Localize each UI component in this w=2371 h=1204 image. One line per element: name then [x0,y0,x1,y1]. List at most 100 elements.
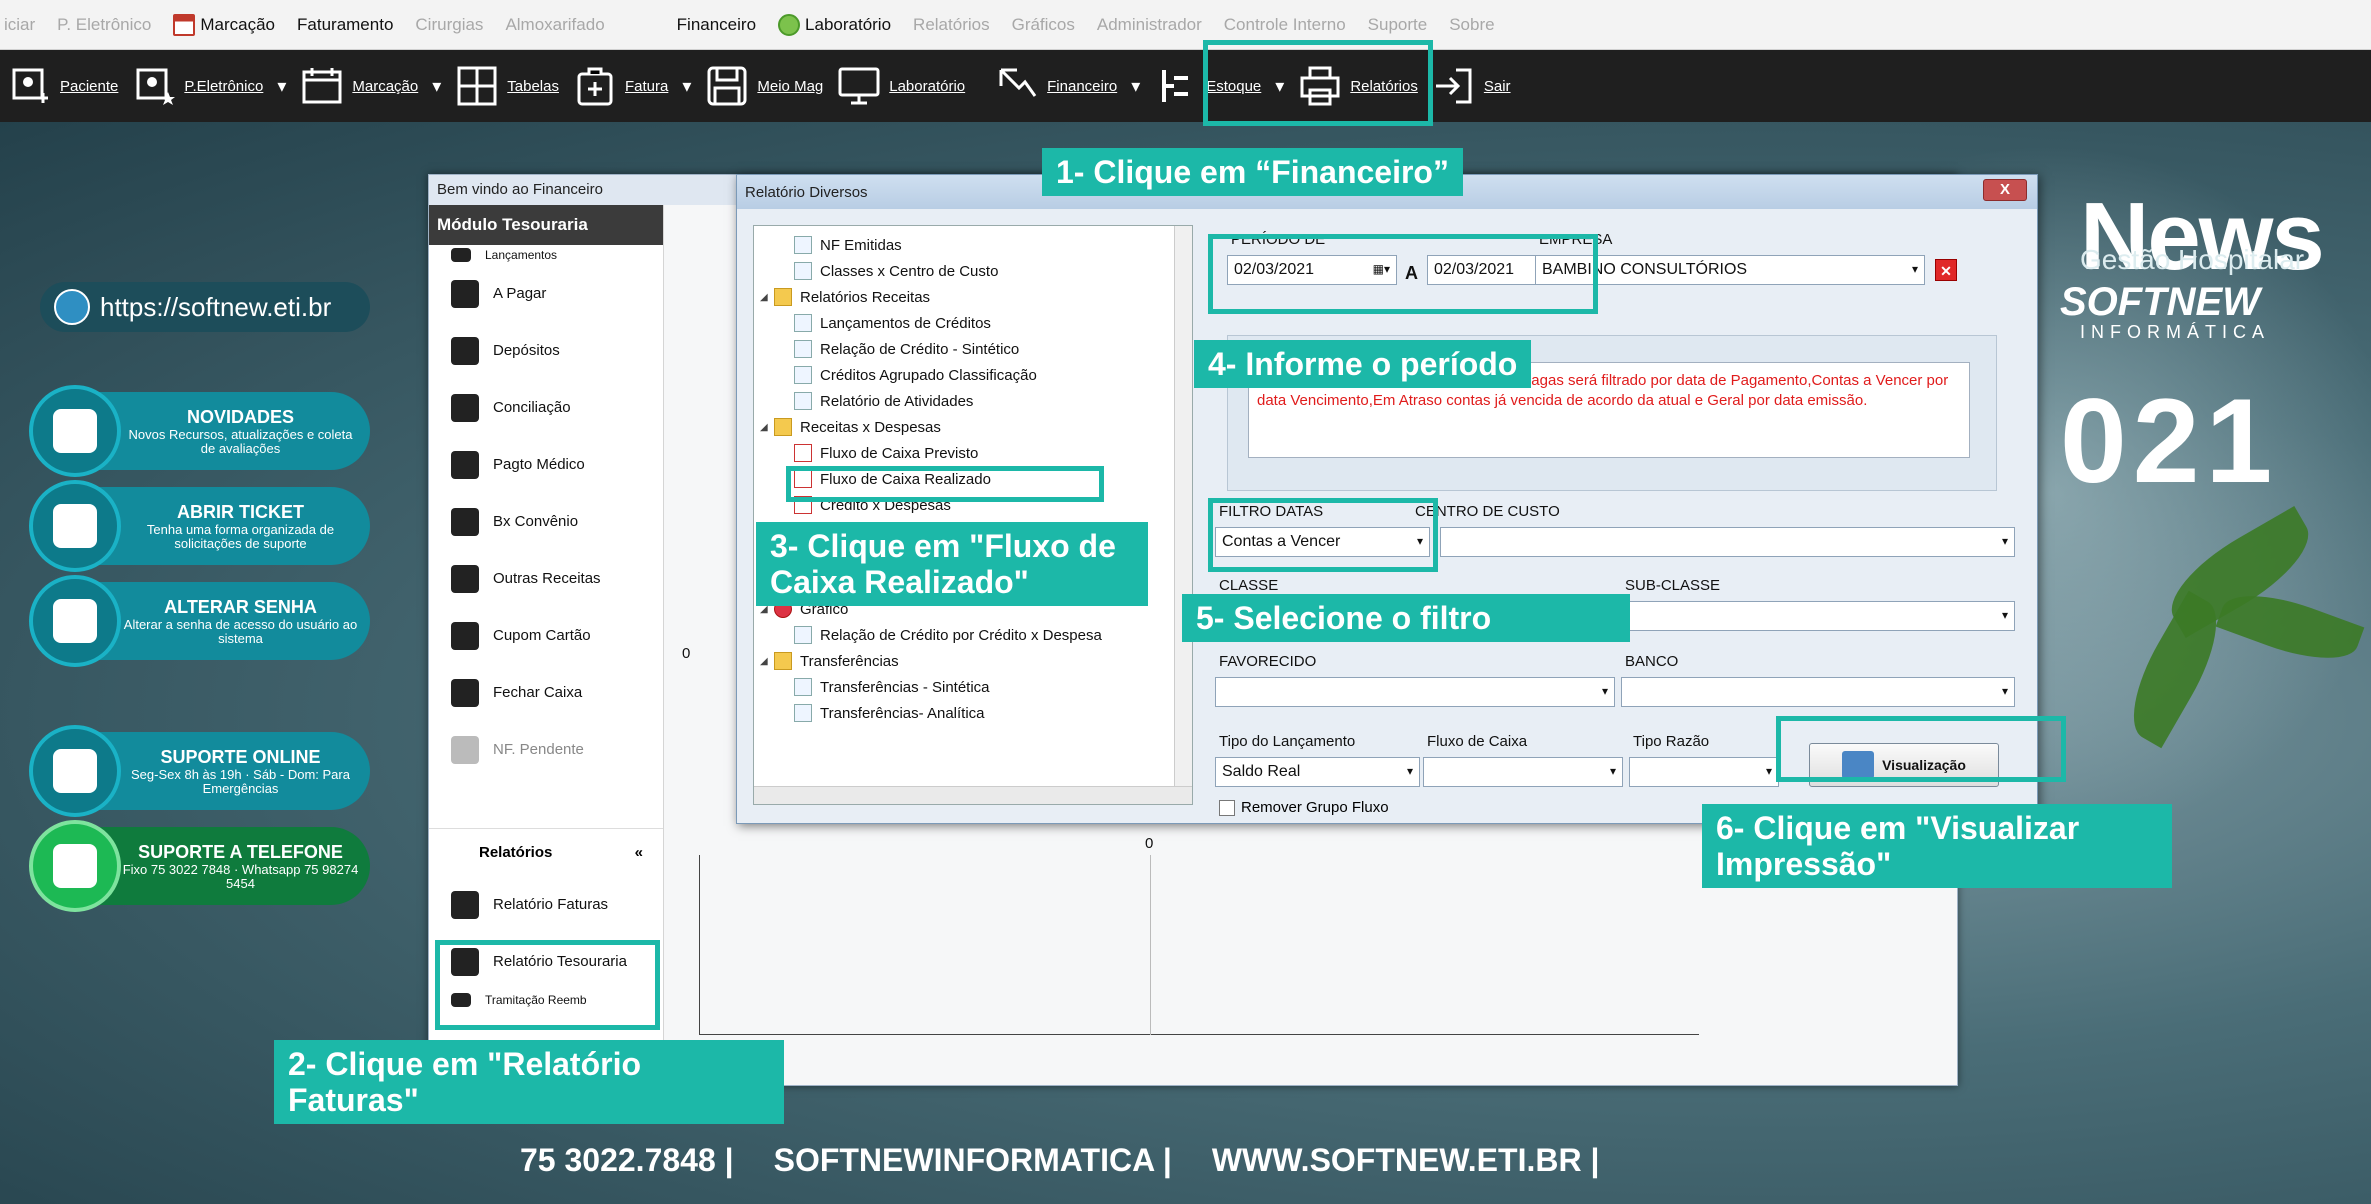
chart-center-line [1150,855,1151,1035]
chart-y-zero-label: 0 [682,645,691,662]
tree-item[interactable]: Relação de Crédito - Sintético [754,336,1192,362]
close-button[interactable]: X [1983,179,2027,201]
tree-item[interactable]: Transferências- Analítica [754,700,1192,726]
banco-select[interactable]: ▾ [1621,677,2015,707]
checkbox-box[interactable] [1219,799,1235,816]
tree-vscrollbar[interactable] [1174,226,1192,804]
globe-icon [54,289,90,325]
sidebar-item-a-pagar[interactable]: A Pagar [429,265,663,322]
menu-cirurgias[interactable]: Cirurgias [415,15,483,35]
menu-laboratorio[interactable]: Laboratório [778,13,891,36]
clear-empresa-icon[interactable]: ✕ [1935,259,1957,281]
tree-folder[interactable]: ◢ Transferências [754,648,1192,674]
step-2-label: 2- Clique em "Relatório Faturas" [274,1040,784,1124]
menu-iniciar[interactable]: iciar [4,15,35,35]
folder-icon [774,418,792,436]
menu-suporte[interactable]: Suporte [1368,15,1428,35]
toolbar-fatura-button[interactable]: Fatura [573,64,668,108]
tipo-lancamento-label: Tipo do Lançamento [1219,733,1356,750]
promo-alterar-senha[interactable]: ALTERAR SENHA Alterar a senha de acesso d… [29,575,370,667]
report-list-icon [451,890,479,919]
report-tree: NF Emitidas Classes x Centro de Custo ◢ Rel… [753,225,1193,805]
remover-grupo-checkbox[interactable]: Remover Grupo Fluxo [1219,799,1389,816]
highlight-fluxo-realizado [786,466,1104,502]
tree-item-label: Fluxo de Caixa Previsto [820,444,979,462]
tree-item[interactable]: Lançamentos de Créditos [754,310,1192,336]
sidebar-item-nf-pendente[interactable]: NF. Pendente [429,721,663,778]
tree-item[interactable]: Créditos Agrupado Classificação [754,362,1192,388]
tree-hscrollbar[interactable] [754,786,1192,804]
sidebar-section-relatorios[interactable]: Relatórios « [429,828,663,876]
toolbar-meiomag-button[interactable]: Meio Mag [705,64,823,108]
sidebar-item-lancamentos[interactable]: Lançamentos [429,245,663,265]
centro-custo-select[interactable]: ▾ [1440,527,2015,557]
toolbar-laboratorio-button[interactable]: Laboratório [837,64,965,108]
menu-sobre[interactable]: Sobre [1449,15,1494,35]
financeiro-dropdown-icon[interactable]: ▾ [1131,76,1140,97]
tree-folder[interactable]: ◢ Relatórios Receitas [754,284,1192,310]
tipo-razao-select[interactable]: ▾ [1629,757,1779,787]
card-icon [451,621,479,650]
menu-financeiro[interactable]: Financeiro [677,15,756,35]
fatura-dropdown-icon[interactable]: ▾ [682,76,691,97]
tree-item[interactable]: Relação de Crédito por Crédito x Despesa [754,622,1192,648]
expand-arrow-icon[interactable]: ◢ [760,656,774,667]
step-1-label: 1- Clique em “Financeiro” [1042,148,1463,196]
toolbar-marcacao-button[interactable]: Marcação [300,64,418,108]
sidebar-item-cupom-cartao[interactable]: Cupom Cartão [429,607,663,664]
menu-p-eletronico[interactable]: P. Eletrônico [57,15,151,35]
sidebar-item-conciliacao[interactable]: Conciliação [429,379,663,436]
peletronico-dropdown-icon[interactable]: ▾ [277,76,286,97]
logo-subtitle: Gestão Hospitalar [2080,244,2305,275]
tree-folder[interactable]: ◢ Receitas x Despesas [754,414,1192,440]
tree-item-label: Lançamentos de Créditos [820,314,991,332]
subclasse-select[interactable]: ▾ [1621,601,2015,631]
footer-phone: 75 3022.7848 | [520,1142,734,1178]
deposit-icon [451,336,479,365]
floppy-icon [707,66,747,106]
report-icon [794,236,812,254]
sidebar-item-depositos[interactable]: Depósitos [429,322,663,379]
sidebar-item-bx-convenio[interactable]: Bx Convênio [429,493,663,550]
favorecido-select[interactable]: ▾ [1215,677,1615,707]
tree-item[interactable]: Classes x Centro de Custo [754,258,1192,284]
menu-marcacao[interactable]: Marcação [173,13,275,36]
tree-item[interactable]: Transferências - Sintética [754,674,1192,700]
promo-novidades[interactable]: NOVIDADES Novos Recursos, atualizações e … [29,385,370,477]
expand-arrow-icon[interactable]: ◢ [760,292,774,303]
toolbar-sair-button[interactable]: Sair [1432,64,1511,108]
tree-item[interactable]: Fluxo de Caixa Previsto [754,440,1192,466]
toolbar-paciente-button[interactable]: Paciente [8,64,118,108]
menu-controle-interno[interactable]: Controle Interno [1224,15,1346,35]
tipo-lancamento-select[interactable]: Saldo Real ▾ [1215,757,1420,787]
tree-item[interactable]: NF Emitidas [754,232,1192,258]
support-agent-icon [29,725,121,817]
toolbar-financeiro-button[interactable]: Financeiro [995,64,1117,108]
promo-suporte-online[interactable]: SUPORTE ONLINE Seg-Sex 8h às 19h · Sáb - … [29,725,370,817]
sidebar-item-pagto-medico[interactable]: Pagto Médico [429,436,663,493]
sidebar-item-fechar-caixa[interactable]: Fechar Caixa [429,664,663,721]
menu-administrador[interactable]: Administrador [1097,15,1202,35]
tree-item[interactable]: Relatório de Atividades [754,388,1192,414]
menu-almoxarifado[interactable]: Almoxarifado [505,15,604,35]
patient-star-icon [136,68,176,105]
tree-item-label: Transferências- Analítica [820,704,985,722]
site-link[interactable]: https://softnew.eti.br [40,282,370,332]
step-6-label: 6- Clique em "Visualizar Impressão" [1702,804,2172,888]
promo-suporte-telefone[interactable]: SUPORTE A TELEFONE Fixo 75 3022 7848 · Wh… [29,820,370,912]
sidebar-item-relatorio-faturas[interactable]: Relatório Faturas [429,876,663,933]
menu-graficos[interactable]: Gráficos [1012,15,1075,35]
sidebar-item-outras-receitas[interactable]: Outras Receitas [429,550,663,607]
logo-brand: SOFTNEW [2060,280,2260,324]
toolbar-tabelas-button[interactable]: Tabelas [455,64,559,108]
menu-relatorios[interactable]: Relatórios [913,15,990,35]
tree-item-label: Classes x Centro de Custo [820,262,999,280]
report-icon [794,678,812,696]
menu-faturamento[interactable]: Faturamento [297,15,393,35]
toolbar-peletronico-button[interactable]: P.Eletrônico [132,64,263,108]
marcacao-dropdown-icon[interactable]: ▾ [432,76,441,97]
fluxo-caixa-select[interactable]: ▾ [1423,757,1623,787]
promo-abrir-ticket[interactable]: ABRIR TICKET Tenha uma forma organizada d… [29,480,370,572]
whatsapp-icon [29,820,121,912]
expand-arrow-icon[interactable]: ◢ [760,422,774,433]
